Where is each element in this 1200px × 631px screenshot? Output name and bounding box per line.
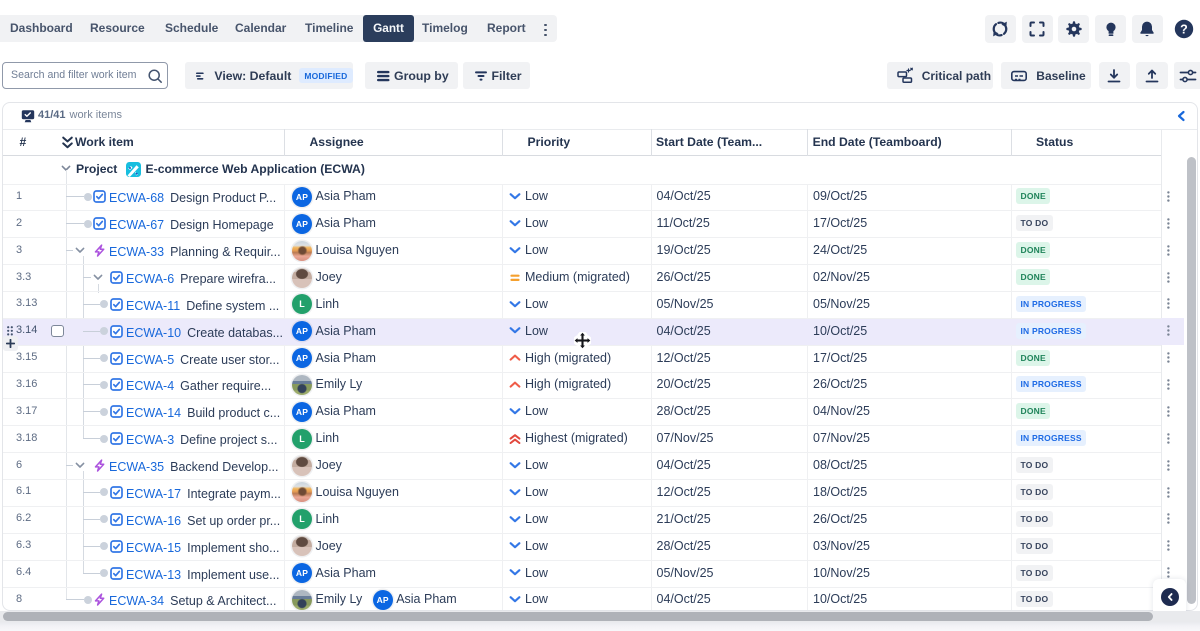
svg-text:?: ? (1180, 22, 1188, 36)
